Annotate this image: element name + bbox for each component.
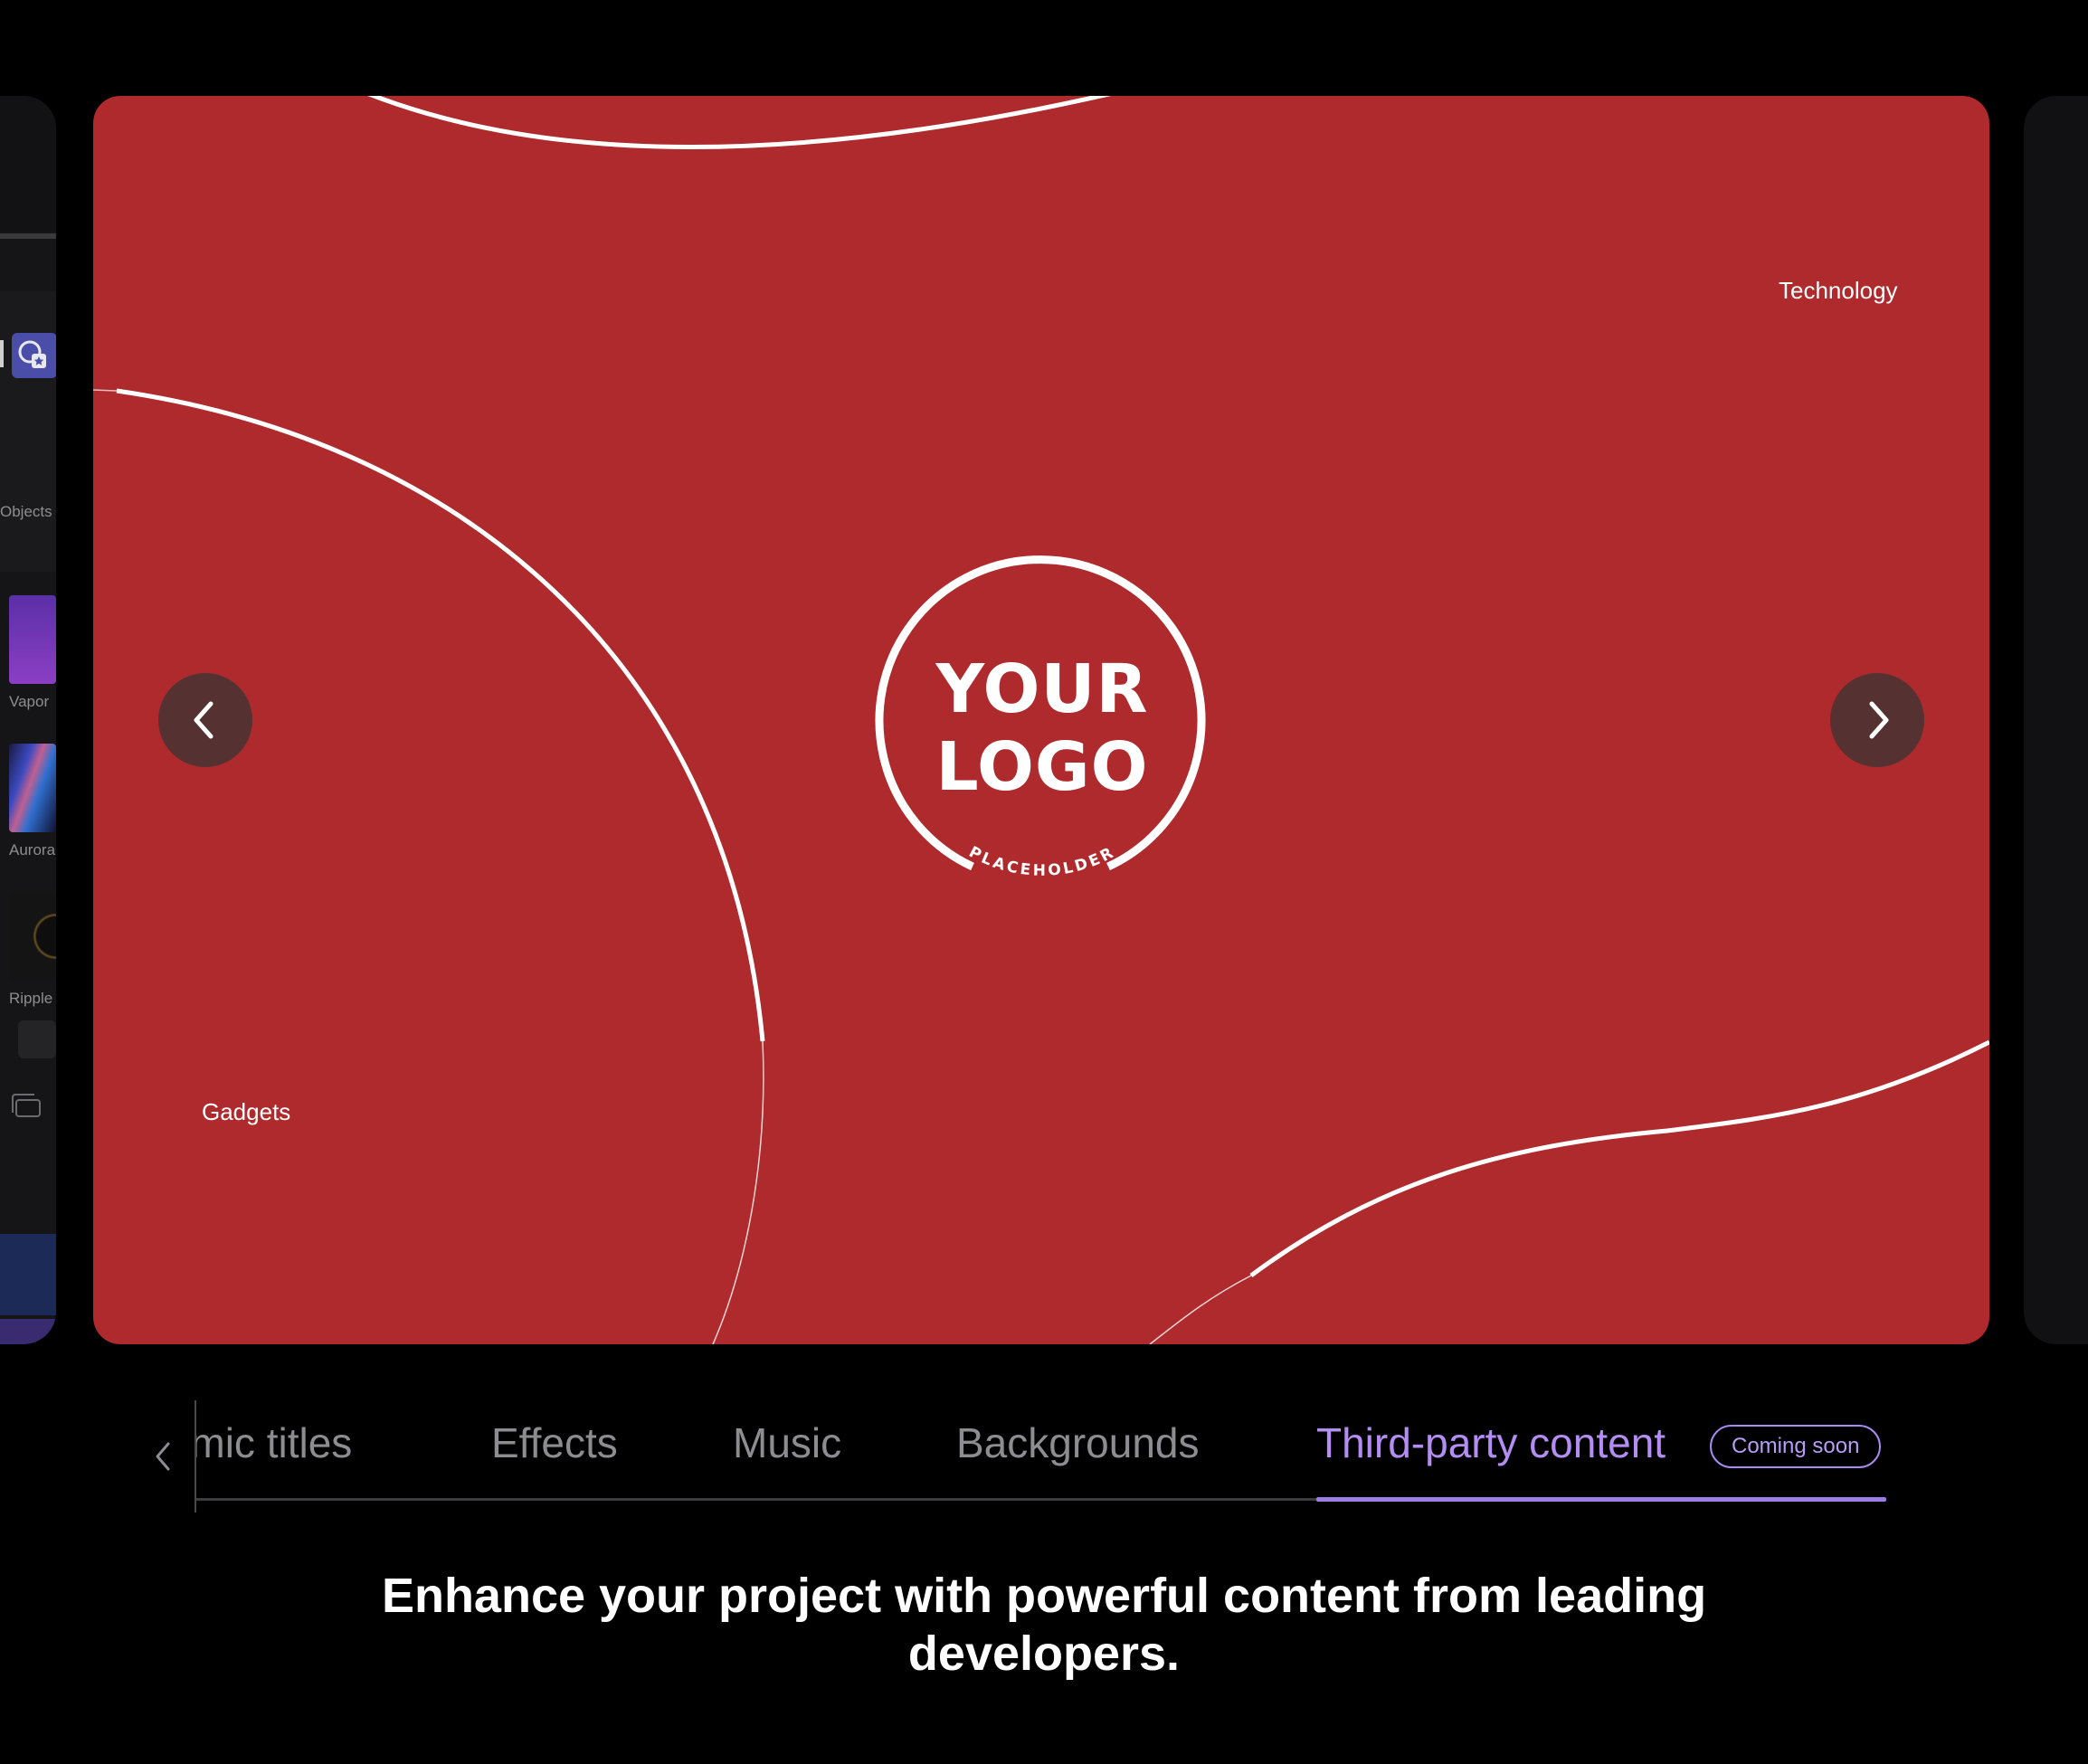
- logo-text: YOUR LOGO: [875, 650, 1210, 806]
- previous-slide-preview[interactable]: Objects Vapor Aurora Ripple: [0, 96, 56, 1344]
- feature-tabs: Dynamic titles Effects Music Backgrounds…: [0, 1393, 2088, 1513]
- preview-thumb-aurora: [9, 744, 56, 832]
- preview-placeholder-tile: [18, 1020, 56, 1058]
- preview-tool-icon: [0, 340, 4, 367]
- logo-line-2: LOGO: [935, 728, 1149, 806]
- preview-label-objects: Objects: [0, 503, 52, 520]
- coming-soon-badge: Coming soon: [1710, 1425, 1882, 1468]
- tab-effects[interactable]: Effects: [491, 1418, 618, 1467]
- preview-thumb-vapor: [9, 595, 56, 684]
- next-slide-preview[interactable]: [2024, 96, 2088, 1344]
- tab-third-party-content[interactable]: Third-party content: [1316, 1418, 1666, 1467]
- tab-dynamic-titles[interactable]: Dynamic titles: [196, 1418, 352, 1467]
- preview-layers-icon: [11, 1093, 43, 1124]
- tab-music[interactable]: Music: [733, 1418, 841, 1467]
- preview-label-aurora: Aurora: [9, 841, 56, 858]
- label-gadgets: Gadgets: [202, 1098, 291, 1125]
- logo-line-1: YOUR: [935, 650, 1149, 728]
- preview-label-vapor: Vapor: [9, 693, 50, 710]
- objects-icon: [12, 333, 56, 378]
- preview-divider: [0, 233, 56, 239]
- preview-thumb-ripple: [9, 892, 56, 981]
- tab-dynamic-titles-clip: Dynamic titles: [196, 1393, 468, 1493]
- chevron-left-icon: [194, 701, 214, 739]
- tab-backgrounds[interactable]: Backgrounds: [956, 1418, 1200, 1467]
- preview-label-ripple: Ripple: [9, 990, 53, 1007]
- next-slide-button[interactable]: [1830, 673, 1924, 767]
- feature-description: Enhance your project with powerful conte…: [381, 1569, 1707, 1681]
- preview-timeline-clip: [0, 1319, 56, 1344]
- previous-slide-button[interactable]: [158, 673, 252, 767]
- svg-text:PLACEHOLDER: PLACEHOLDER: [966, 843, 1119, 880]
- logo-caption: PLACEHOLDER: [966, 843, 1116, 880]
- preview-timeline-track: [0, 1234, 56, 1315]
- chevron-right-icon: [1869, 701, 1889, 739]
- tabs-scroll-left-button[interactable]: [150, 1438, 177, 1475]
- active-tab-indicator: [1316, 1497, 1886, 1502]
- label-technology: Technology: [1779, 277, 1898, 304]
- main-slide: Technology Gadgets PLACEHOLDER YOUR LOGO: [93, 96, 1989, 1344]
- page: Objects Vapor Aurora Ripple Technology G…: [0, 0, 2088, 1764]
- chevron-left-icon: [156, 1442, 170, 1471]
- preview-toolbar: [0, 96, 56, 232]
- logo-placeholder: PLACEHOLDER YOUR LOGO: [875, 555, 1210, 899]
